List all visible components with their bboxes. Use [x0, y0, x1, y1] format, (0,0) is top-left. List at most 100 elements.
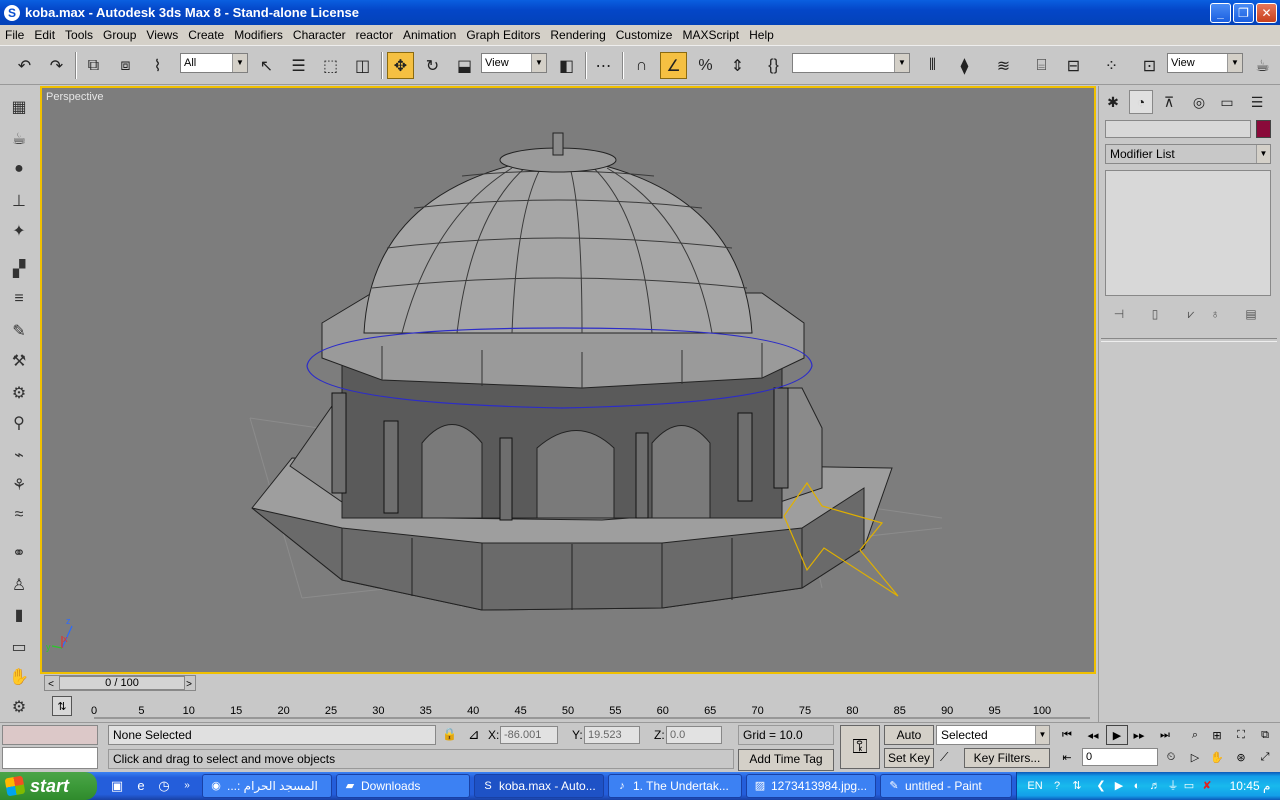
percent-snap-icon[interactable]: % — [692, 52, 719, 79]
network-icon[interactable]: ⇅ — [1069, 778, 1085, 794]
zoom-icon[interactable]: ⌕ — [1184, 725, 1206, 745]
render-scene-icon[interactable]: ⊡ — [1136, 52, 1163, 79]
lamp-icon[interactable]: ⊥ — [6, 188, 32, 214]
bone-icon[interactable]: ⌁ — [6, 442, 32, 468]
checker-icon[interactable]: ▞ — [6, 256, 32, 282]
perspective-viewport[interactable]: Perspective z x y — [40, 86, 1096, 674]
media-player-icon[interactable]: ▶ — [1111, 778, 1127, 794]
menu-file[interactable]: File — [0, 28, 29, 42]
hierarchy-tab-icon[interactable]: ⊼ — [1157, 90, 1181, 114]
monitor-icon[interactable]: ▭ — [1181, 778, 1197, 794]
usb-icon[interactable]: ⏚ — [1165, 778, 1181, 794]
align-icon[interactable]: ⧫ — [951, 52, 978, 79]
mirror-icon[interactable]: ⫴ — [919, 52, 946, 79]
menu-rendering[interactable]: Rendering — [545, 28, 610, 42]
gear-icon[interactable]: ⚙ — [6, 380, 32, 406]
reference-coordinate-dropdown[interactable]: View ▼ — [481, 53, 547, 73]
camera-icon[interactable]: ▭ — [6, 634, 32, 660]
settings-wheel-icon[interactable]: ⚙ — [6, 694, 32, 720]
sphere-icon[interactable]: ● — [6, 156, 32, 182]
default-in-out-tangent-icon[interactable]: ⟋ — [940, 750, 948, 765]
use-pivot-center-icon[interactable]: ◧ — [553, 52, 580, 79]
go-to-end-icon[interactable]: ⏭ — [1154, 725, 1176, 745]
set-key-button[interactable]: Set Key — [884, 748, 934, 768]
help-icon[interactable]: ? — [1049, 778, 1065, 794]
next-frame-icon[interactable]: ▸▸ — [1128, 725, 1150, 745]
menu-modifiers[interactable]: Modifiers — [229, 28, 288, 42]
restore-button[interactable]: ❐ — [1233, 3, 1254, 23]
time-slider-track[interactable]: < 0 / 100 > — [44, 675, 196, 691]
show-desktop-icon[interactable]: ▣ — [108, 777, 126, 795]
select-and-rotate-icon[interactable]: ↻ — [419, 52, 446, 79]
select-and-scale-icon[interactable]: ⬓ — [451, 52, 478, 79]
key-mode-toggle-icon[interactable]: ⇤ — [1056, 747, 1078, 767]
helper-icon[interactable]: ⚘ — [6, 472, 32, 498]
maximize-viewport-icon[interactable]: ⤢ — [1254, 747, 1276, 767]
tray-app-icon[interactable]: ◐ — [1129, 778, 1145, 794]
create-tab-icon[interactable]: ✱ — [1101, 90, 1125, 114]
quick-launch-overflow-icon[interactable]: » — [178, 777, 196, 795]
current-frame-field[interactable]: 0 — [1082, 748, 1158, 766]
absolute-mode-icon[interactable]: ⊿ — [468, 726, 480, 743]
display-tab-icon[interactable]: ▭ — [1215, 90, 1239, 114]
hammer-icon[interactable]: ⚒ — [6, 348, 32, 374]
character-icon[interactable]: ♙ — [6, 572, 32, 598]
time-slider-thumb[interactable]: 0 / 100 — [59, 676, 185, 690]
tray-arrow-icon[interactable]: ❮ — [1093, 778, 1109, 794]
zoom-extents-all-icon[interactable]: ⧉ — [1254, 725, 1276, 745]
next-frame-arrow[interactable]: > — [182, 677, 196, 693]
edit-named-selection-icon[interactable]: {} — [760, 52, 787, 79]
menu-group[interactable]: Group — [98, 28, 141, 42]
utility-icon[interactable]: ▮ — [6, 602, 32, 628]
internet-explorer-icon[interactable]: e — [132, 777, 150, 795]
menu-graph-editors[interactable]: Graph Editors — [461, 28, 545, 42]
spinner-snap-icon[interactable]: ⇕ — [724, 52, 751, 79]
go-to-start-icon[interactable]: ⏮ — [1056, 725, 1078, 745]
set-key-icon[interactable]: ⚿ — [840, 725, 880, 769]
open-mini-curve-editor-icon[interactable]: ⇅ — [52, 696, 72, 716]
menu-create[interactable]: Create — [183, 28, 229, 42]
star-icon[interactable]: ✦ — [6, 218, 32, 244]
menu-reactor[interactable]: reactor — [351, 28, 398, 42]
object-name-field[interactable] — [1105, 120, 1251, 138]
menu-edit[interactable]: Edit — [29, 28, 60, 42]
teapot-icon[interactable]: ☕ — [6, 126, 32, 152]
rectangular-selection-icon[interactable]: ⬚ — [317, 52, 344, 79]
select-and-link-icon[interactable]: ⧉ — [80, 52, 107, 79]
hand-icon[interactable]: ✋ — [6, 664, 32, 690]
prev-frame-arrow[interactable]: < — [44, 677, 58, 693]
lock-selection-icon[interactable]: 🔒 — [442, 727, 457, 741]
pin-stack-icon[interactable]: ⊣ — [1109, 304, 1129, 324]
angle-snap-icon[interactable]: ∠ — [660, 52, 687, 79]
select-by-name-icon[interactable]: ☰ — [285, 52, 312, 79]
boxes-icon[interactable]: ▦ — [6, 94, 32, 120]
material-editor-icon[interactable]: ⁘ — [1098, 52, 1125, 79]
auto-key-button[interactable]: Auto Key — [884, 725, 934, 760]
cylinder-icon[interactable]: ≡ — [6, 286, 32, 312]
select-and-manipulate-icon[interactable]: ⋯ — [590, 52, 617, 79]
minimize-button[interactable]: _ — [1210, 3, 1231, 23]
clock-app-icon[interactable]: ◷ — [155, 777, 173, 795]
wind-icon[interactable]: ⚲ — [6, 410, 32, 436]
named-selection-dropdown[interactable]: ▼ — [792, 53, 910, 73]
max-app-icon[interactable]: S — [4, 4, 20, 21]
start-button[interactable]: start — [0, 772, 97, 800]
pan-hand-icon[interactable]: ✋ — [1206, 747, 1228, 767]
make-unique-icon[interactable]: ⩗ — [1181, 304, 1201, 324]
zoom-all-icon[interactable]: ⊞ — [1206, 725, 1228, 745]
menu-maxscript[interactable]: MAXScript — [677, 28, 744, 42]
remove-modifier-icon[interactable]: ♁ — [1205, 304, 1225, 324]
scene-model[interactable]: z x y — [42, 88, 1094, 672]
menu-tools[interactable]: Tools — [60, 28, 98, 42]
task-button[interactable]: Skoba.max - Auto... — [474, 774, 604, 798]
task-button[interactable]: ▰ Downloads — [336, 774, 470, 798]
clock[interactable]: 10:45 م — [1225, 778, 1275, 794]
utilities-tab-icon[interactable]: ☰ — [1245, 90, 1269, 114]
time-configuration-icon[interactable]: ⏲ — [1160, 747, 1182, 767]
menu-animation[interactable]: Animation — [398, 28, 461, 42]
undo-icon[interactable]: ↶ — [11, 52, 38, 79]
key-mode-dropdown[interactable]: Selected ▼ — [936, 725, 1050, 745]
modify-tab-icon[interactable]: ◔ — [1129, 90, 1153, 114]
antivirus-icon[interactable]: ✘ — [1199, 778, 1215, 794]
modifier-list-dropdown[interactable]: Modifier List ▼ — [1105, 144, 1271, 164]
